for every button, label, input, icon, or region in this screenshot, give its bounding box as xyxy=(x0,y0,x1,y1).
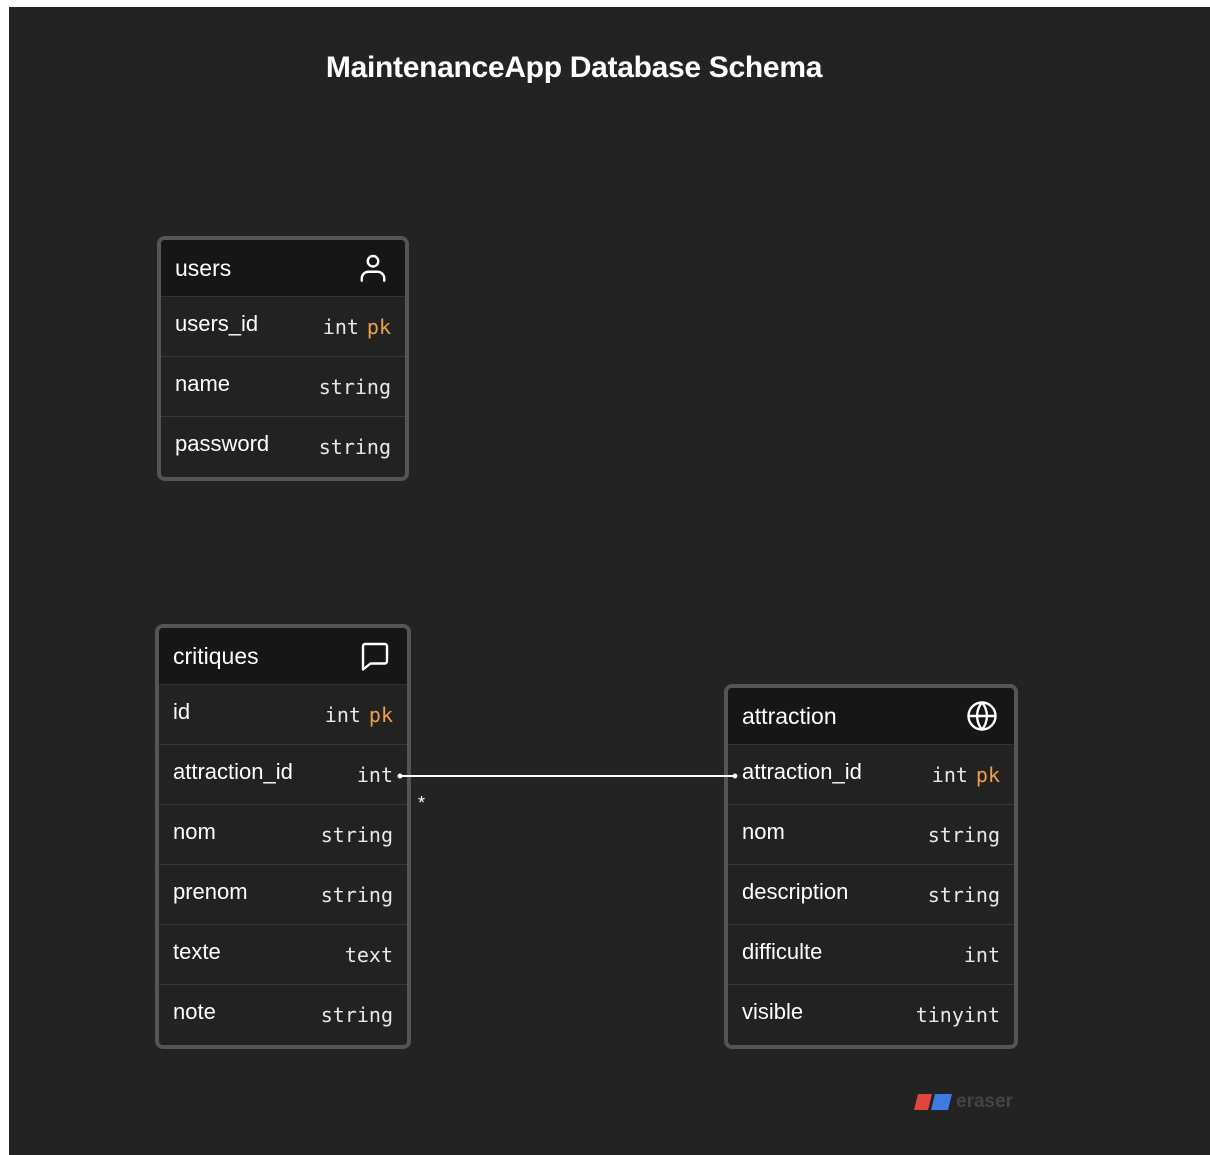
field-name: difficulte xyxy=(742,938,823,964)
field-name: description xyxy=(742,878,849,904)
table-row[interactable]: users_id int pk xyxy=(161,297,405,357)
globe-icon xyxy=(964,698,1000,734)
table-name: critiques xyxy=(173,642,259,669)
table-name: attraction xyxy=(742,702,837,729)
field-type: int xyxy=(322,314,359,339)
field-type: int xyxy=(324,702,361,727)
field-type: string xyxy=(318,435,391,459)
table-header: critiques xyxy=(159,628,407,685)
field-type-group: string xyxy=(319,375,391,399)
table-row[interactable]: nom string xyxy=(728,805,1014,865)
table-row[interactable]: attraction_id int pk xyxy=(728,745,1014,805)
primary-key-badge: pk xyxy=(368,702,393,727)
table-row[interactable]: texte text xyxy=(159,925,407,985)
table-row[interactable]: nom string xyxy=(159,805,407,865)
table-row[interactable]: prenom string xyxy=(159,865,407,925)
cardinality-marker: * xyxy=(418,793,425,813)
table-row[interactable]: name string xyxy=(161,357,405,417)
table-row[interactable]: description string xyxy=(728,865,1014,925)
field-type: string xyxy=(320,1003,393,1027)
field-name: password xyxy=(175,431,270,456)
field-type-group: string xyxy=(319,435,391,459)
field-name: note xyxy=(173,999,216,1024)
table-header: users xyxy=(161,240,405,297)
message-square-icon xyxy=(357,638,393,674)
field-type-group: int xyxy=(964,943,1000,967)
field-name: visible xyxy=(742,999,804,1024)
table-attraction[interactable]: attraction attraction_id int pk nom string de… xyxy=(724,684,1018,1049)
field-name: attraction_id xyxy=(173,758,293,784)
diagram-title: MaintenanceApp Database Schema xyxy=(325,51,823,84)
field-type-group: text xyxy=(345,943,393,967)
eraser-logo: eraser xyxy=(914,1091,1013,1113)
field-type-group: int pk xyxy=(932,763,1000,787)
field-type: int xyxy=(963,942,1000,967)
field-name: texte xyxy=(173,938,221,964)
field-type: string xyxy=(320,822,393,847)
table-critiques[interactable]: critiques id int pk attraction_id int nom stri… xyxy=(155,624,411,1049)
field-name: id xyxy=(173,698,191,724)
table-row[interactable]: note string xyxy=(159,985,407,1045)
table-row[interactable]: visible tinyint xyxy=(728,985,1014,1045)
primary-key-badge: pk xyxy=(975,762,1000,787)
eraser-logo-icon xyxy=(914,1094,952,1110)
table-row[interactable]: password string xyxy=(161,417,405,477)
field-type: text xyxy=(344,942,393,967)
field-type: string xyxy=(320,882,393,907)
user-icon xyxy=(355,250,391,286)
field-name: nom xyxy=(742,818,785,844)
field-type-group: int pk xyxy=(325,703,393,727)
table-row[interactable]: id int pk xyxy=(159,685,407,745)
field-type: string xyxy=(927,882,1000,907)
field-type-group: string xyxy=(321,823,393,847)
field-type-group: int pk xyxy=(323,315,391,339)
table-name: users xyxy=(175,254,232,281)
table-users[interactable]: users users_id int pk name string password str… xyxy=(157,236,409,481)
field-type-group: string xyxy=(928,883,1000,907)
field-name: attraction_id xyxy=(742,758,862,784)
field-type: int xyxy=(356,762,393,787)
field-type-group: string xyxy=(321,1003,393,1027)
eraser-logo-text: eraser xyxy=(956,1091,1014,1112)
field-name: name xyxy=(175,370,231,396)
field-name: users_id xyxy=(175,310,259,336)
field-type: string xyxy=(927,822,1000,847)
field-type: string xyxy=(318,374,391,399)
diagram-canvas: MaintenanceApp Database Schema users use… xyxy=(9,7,1210,1155)
field-name: prenom xyxy=(173,878,248,904)
field-type: int xyxy=(931,762,968,787)
field-type-group: string xyxy=(928,823,1000,847)
table-header: attraction xyxy=(728,688,1014,745)
field-type-group: string xyxy=(321,883,393,907)
field-type: tinyint xyxy=(915,1003,1000,1027)
field-type-group: int xyxy=(357,763,393,787)
primary-key-badge: pk xyxy=(366,314,391,339)
field-name: nom xyxy=(173,818,216,844)
field-type-group: tinyint xyxy=(916,1003,1000,1027)
table-row[interactable]: difficulte int xyxy=(728,925,1014,985)
table-row[interactable]: attraction_id int xyxy=(159,745,407,805)
